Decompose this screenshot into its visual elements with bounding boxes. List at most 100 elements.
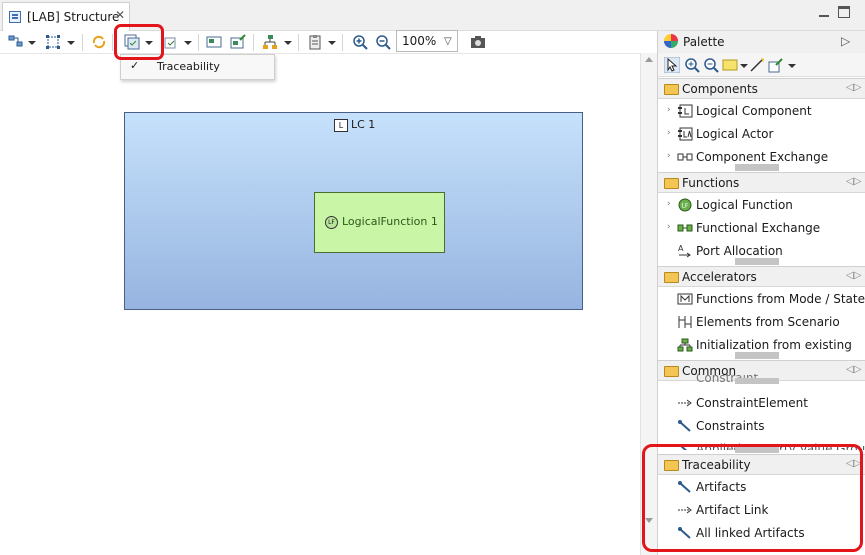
tab-title: [LAB] Structure (27, 10, 120, 24)
item-label: Port Allocation (696, 244, 783, 258)
expand-icon[interactable]: › (667, 151, 671, 161)
zoom-out-tool-icon[interactable] (703, 57, 719, 73)
toolbar-separator (82, 34, 83, 51)
zoom-out-icon[interactable] (375, 34, 391, 50)
collapse-palette-icon[interactable]: ▷ (841, 34, 850, 48)
pin-element-icon[interactable] (768, 57, 784, 73)
pointer-tool-icon[interactable] (664, 57, 680, 73)
item-label: Functions from Mode / State (696, 292, 865, 306)
zoom-in-tool-icon[interactable] (684, 57, 700, 73)
toolbar-separator (342, 34, 343, 51)
item-label: Functional Exchange (696, 221, 821, 235)
item-label: Logical Actor (696, 127, 774, 141)
select-icon[interactable] (45, 34, 61, 50)
layers-icon[interactable] (163, 34, 179, 50)
port-allocation-icon: A (678, 244, 691, 258)
toolbar-separator (253, 34, 254, 51)
collapse-arrow-icon[interactable]: ◁▷ (846, 176, 861, 187)
close-icon[interactable]: ✕ (115, 8, 125, 22)
menu-item-traceability[interactable]: Traceability (157, 60, 220, 73)
item-label: Logical Component (696, 104, 812, 118)
section-label: Components (682, 82, 758, 96)
note-dropdown-icon[interactable] (740, 64, 748, 68)
section-grip[interactable] (735, 352, 779, 359)
highlight-filter-button (114, 24, 164, 60)
folder-icon (664, 178, 679, 189)
logical-component-name: LC 1 (351, 118, 376, 131)
palette-item-functions-from-mode-state[interactable]: Functions from Mode / State (658, 288, 865, 311)
toolbar-separator (112, 34, 113, 51)
logical-function-node[interactable]: LF LogicalFunction 1 (314, 192, 445, 253)
collapse-arrow-icon[interactable]: ◁▷ (846, 82, 861, 93)
svg-text:LF: LF (682, 203, 689, 210)
dashed-arrow-icon (678, 399, 692, 407)
pin-icon[interactable] (230, 34, 246, 50)
component-exchange-icon (677, 153, 693, 161)
folder-icon (664, 84, 679, 95)
item-label: Constraints (696, 419, 765, 433)
pin-dropdown-icon[interactable] (788, 64, 796, 68)
item-label: ConstraintElement (696, 396, 808, 410)
scroll-up-icon[interactable] (645, 57, 653, 62)
palette-section-accelerators[interactable]: Accelerators ◁▷ (658, 266, 865, 287)
layers-dropdown-icon[interactable] (184, 41, 192, 45)
palette-section-components[interactable]: Components ◁▷ (658, 78, 865, 99)
zoom-combo[interactable]: 100% ▽ (396, 30, 458, 52)
palette-item-logical-actor[interactable]: › Logical Actor (658, 123, 865, 146)
scenario-icon (678, 316, 692, 328)
tree-layout-dropdown-icon[interactable] (284, 41, 292, 45)
expand-icon[interactable]: › (667, 199, 671, 209)
link-icon (678, 420, 691, 432)
maximize-button[interactable] (838, 6, 850, 18)
connection-tool-icon[interactable] (749, 57, 765, 73)
palette-header: Palette ▷ (658, 31, 865, 53)
item-label: Component Exchange (696, 150, 829, 164)
expand-icon[interactable]: › (667, 222, 671, 232)
diagram-toolbar (0, 31, 657, 53)
section-label: Functions (682, 176, 740, 190)
section-grip-top[interactable] (735, 378, 779, 384)
tree-layout-icon[interactable] (262, 34, 278, 50)
highlight-traceability-section (642, 444, 863, 552)
palette-item-elements-from-scenario[interactable]: Elements from Scenario (658, 311, 865, 334)
palette-item-constraint-element[interactable]: ConstraintElement (658, 392, 865, 415)
folder-icon (664, 272, 679, 283)
tab-lab-structure[interactable]: [LAB] Structure ✕ (2, 2, 130, 31)
refresh-icon[interactable] (91, 34, 107, 50)
logical-component-icon (678, 104, 693, 118)
palette-icon (664, 34, 678, 48)
palette-section-functions[interactable]: Functions ◁▷ (658, 172, 865, 193)
note-tool-icon[interactable] (722, 57, 738, 73)
expand-icon[interactable]: › (667, 105, 671, 115)
palette-item-functional-exchange[interactable]: › Functional Exchange (658, 217, 865, 240)
mode-state-icon (677, 293, 693, 305)
logical-component-icon: L (334, 119, 348, 132)
zoom-value: 100% (402, 34, 437, 48)
toolbar-separator (298, 34, 299, 51)
palette-item-logical-component[interactable]: › Logical Component (658, 100, 865, 123)
paste-format-dropdown-icon[interactable] (328, 41, 336, 45)
section-grip[interactable] (735, 258, 779, 265)
check-icon: ✓ (130, 59, 140, 72)
arrange-icon[interactable] (8, 34, 24, 50)
palette-item-logical-function[interactable]: › LF Logical Function (658, 194, 865, 217)
toolbar-separator (198, 34, 199, 51)
arrange-dropdown-icon[interactable] (28, 41, 36, 45)
paste-format-icon[interactable] (307, 34, 323, 50)
collapse-arrow-icon[interactable]: ◁▷ (846, 270, 861, 281)
palette-title: Palette (683, 35, 725, 49)
logical-function-name: LogicalFunction 1 (342, 215, 438, 228)
minimize-button[interactable] (818, 6, 830, 18)
expand-icon[interactable]: › (667, 128, 671, 138)
show-hide-icon[interactable] (206, 34, 222, 50)
select-dropdown-icon[interactable] (67, 41, 75, 45)
functional-exchange-icon (677, 224, 693, 232)
item-label: Logical Function (696, 198, 793, 212)
item-label: Elements from Scenario (696, 315, 840, 329)
palette-item-constraints[interactable]: Constraints (658, 415, 865, 438)
zoom-in-icon[interactable] (352, 34, 368, 50)
section-grip[interactable] (735, 164, 779, 171)
chevron-down-icon[interactable]: ▽ (444, 36, 452, 47)
svg-text:A: A (678, 244, 684, 253)
camera-icon[interactable] (470, 34, 486, 50)
